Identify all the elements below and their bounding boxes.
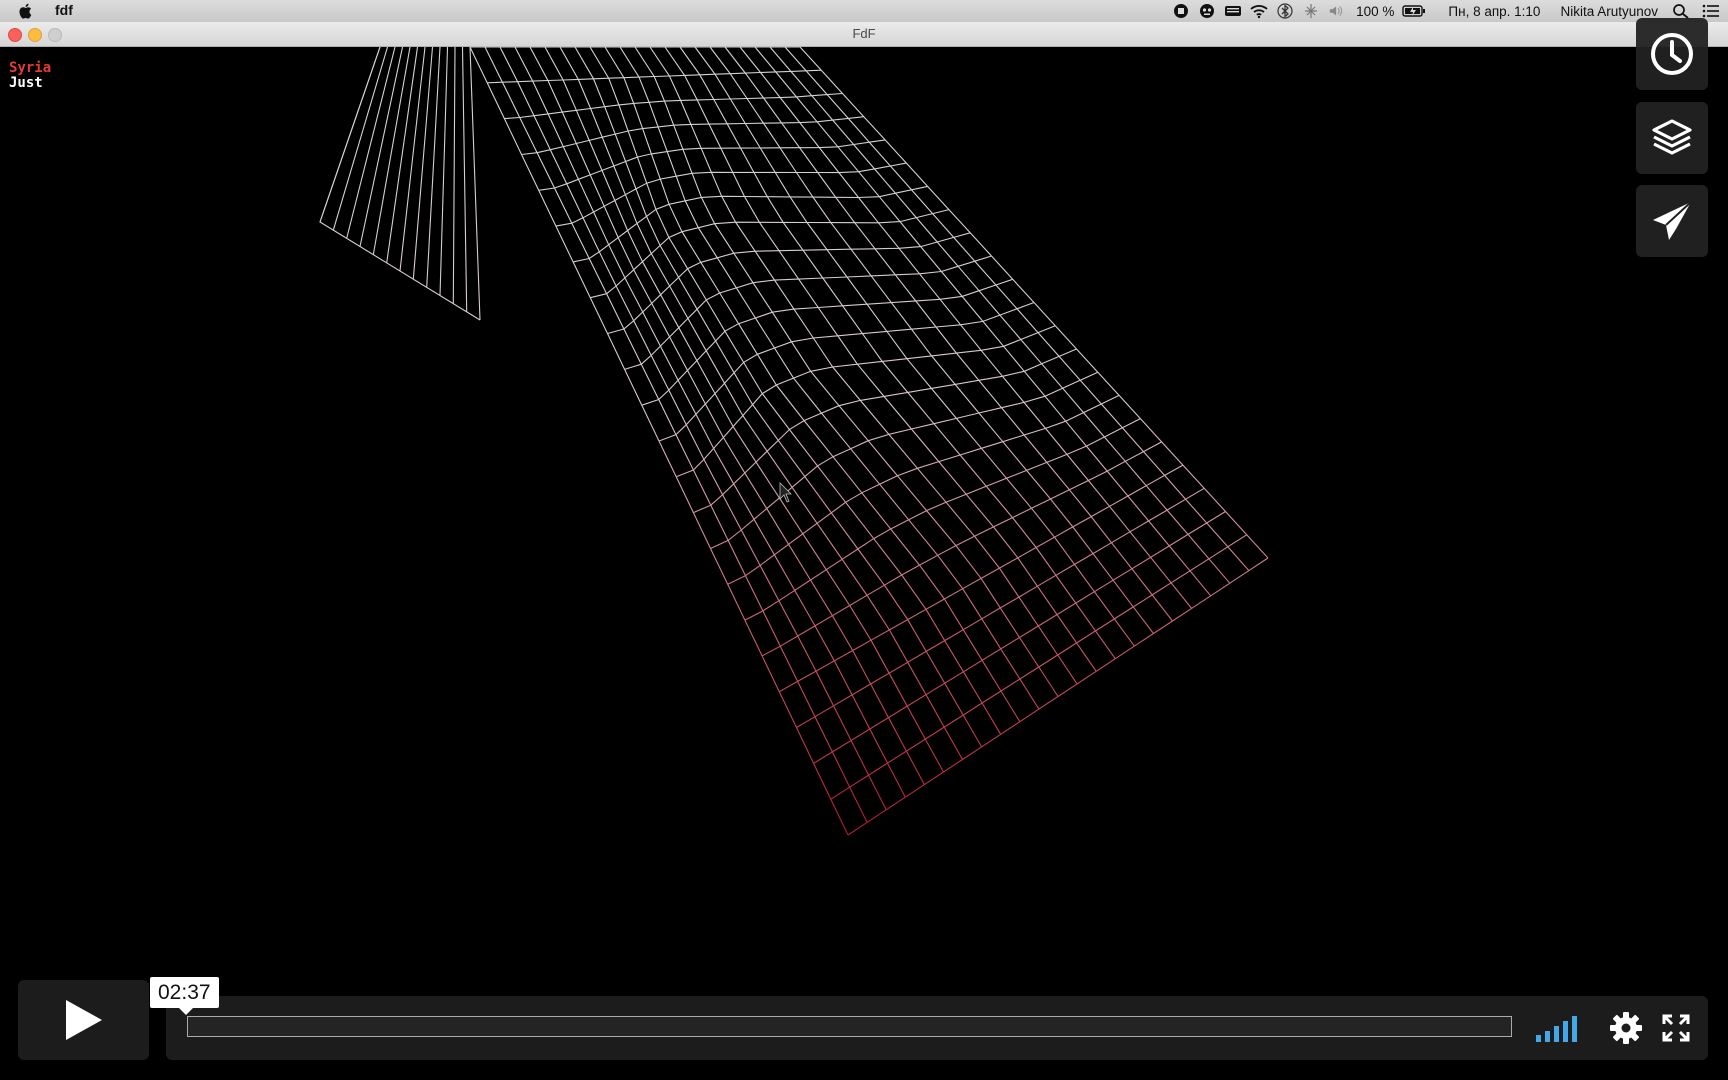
- mesh-line: [724, 46, 1173, 622]
- play-icon: [65, 1000, 102, 1040]
- mesh-line: [514, 46, 906, 798]
- mesh-line: [439, 46, 449, 296]
- progress-bar[interactable]: [187, 1016, 1512, 1037]
- mesh-line: [426, 46, 441, 288]
- overlay-line-2: Just: [9, 75, 43, 91]
- mesh-line: [499, 46, 887, 811]
- mesh-line: [847, 557, 1269, 836]
- mesh-line: [319, 46, 481, 321]
- watch-later-button[interactable]: [1636, 18, 1708, 90]
- control-bar: [166, 996, 1708, 1060]
- fullscreen-icon: [1662, 1014, 1690, 1042]
- mesh-line: [624, 255, 992, 370]
- fullscreen-button[interactable]: [1656, 1008, 1696, 1048]
- mesh-line: [634, 46, 1059, 697]
- time-tooltip: 02:37: [150, 977, 219, 1015]
- mesh-line: [658, 301, 1035, 442]
- mesh-line: [559, 46, 963, 760]
- paper-plane-icon: [1653, 201, 1692, 240]
- mesh-line: [461, 46, 468, 312]
- play-button[interactable]: [18, 980, 149, 1060]
- mesh-line: [487, 69, 822, 84]
- settings-button[interactable]: [1606, 1008, 1646, 1048]
- collections-button[interactable]: [1636, 102, 1708, 174]
- mesh-line: [359, 46, 404, 247]
- mesh-line: [332, 46, 389, 231]
- mesh-line: [694, 46, 1135, 647]
- mesh-line: [709, 46, 1154, 634]
- mesh-line: [452, 46, 456, 304]
- mesh-line: [469, 46, 481, 321]
- volume-button[interactable]: [1534, 1008, 1586, 1048]
- clock-icon: [1651, 33, 1693, 75]
- wireframe-mesh: [319, 46, 1269, 836]
- layers-icon: [1652, 119, 1692, 155]
- share-button[interactable]: [1636, 185, 1708, 257]
- mesh-line: [679, 46, 1116, 660]
- mesh-line: [590, 209, 950, 299]
- mesh-line: [346, 46, 396, 239]
- gear-icon: [1610, 1012, 1642, 1044]
- volume-bars-icon: [1536, 1016, 1577, 1042]
- mesh-line: [619, 46, 1040, 710]
- mesh-line: [739, 46, 1193, 609]
- mesh-line: [830, 534, 1247, 800]
- overlay-line-1: Syria: [9, 60, 52, 76]
- mouse-cursor: [779, 482, 792, 503]
